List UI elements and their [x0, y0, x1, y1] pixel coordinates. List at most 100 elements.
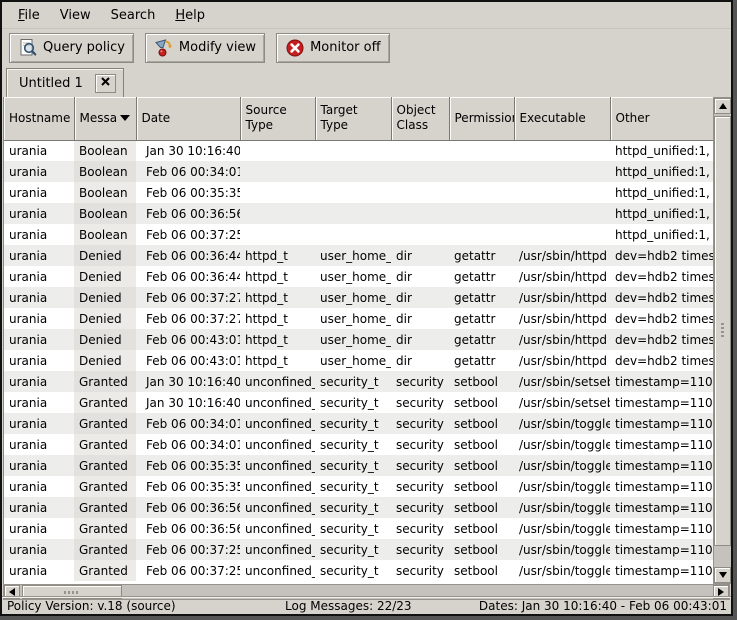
cell-object-class: security [391, 539, 449, 560]
cell-target-type [315, 224, 391, 245]
close-icon [100, 76, 111, 91]
column-header-target-type[interactable]: Target Type [315, 97, 391, 140]
cell-date: Feb 06 00:35:35 [136, 455, 240, 476]
table-row[interactable]: urania Granted Feb 06 00:35:35 unconfine… [4, 476, 713, 497]
cell-source-type: unconfined_ [240, 497, 315, 518]
monitor-off-button[interactable]: Monitor off [276, 33, 389, 63]
thumb-grip [721, 323, 724, 339]
table-row[interactable]: urania Denied Feb 06 00:36:44 httpd_t us… [4, 245, 713, 266]
cell-target-type: security_t [315, 371, 391, 392]
table-row[interactable]: urania Granted Jan 30 10:16:40 unconfine… [4, 371, 713, 392]
cell-hostname: urania [4, 161, 74, 182]
column-header-executable[interactable]: Executable [514, 97, 610, 140]
cell-hostname: urania [4, 308, 74, 329]
vertical-scrollbar-thumb[interactable] [714, 116, 731, 546]
table-row[interactable]: urania Boolean Jan 30 10:16:40 httpd_uni… [4, 140, 713, 161]
table-row[interactable]: urania Granted Feb 06 00:34:01 unconfine… [4, 434, 713, 455]
cell-executable: /usr/sbin/httpd [514, 287, 610, 308]
cell-other: timestamp=11076 [610, 476, 713, 497]
tab-untitled-1[interactable]: Untitled 1 [6, 68, 124, 97]
cell-source-type: httpd_t [240, 350, 315, 371]
cell-message: Denied [74, 245, 136, 266]
cell-executable [514, 161, 610, 182]
tab-close-button[interactable] [95, 74, 116, 93]
log-table-body: urania Boolean Jan 30 10:16:40 httpd_uni… [4, 140, 713, 581]
cell-hostname: urania [4, 329, 74, 350]
monitor-off-label: Monitor off [310, 40, 380, 55]
cell-target-type: security_t [315, 434, 391, 455]
cell-date: Feb 06 00:36:56 [136, 497, 240, 518]
cell-other: timestamp=11071 [610, 371, 713, 392]
cell-message: Granted [74, 518, 136, 539]
cell-permission [449, 224, 514, 245]
cell-object-class: dir [391, 266, 449, 287]
cell-executable: /usr/sbin/setseb [514, 371, 610, 392]
cell-message: Denied [74, 329, 136, 350]
cell-other: timestamp=11076 [610, 539, 713, 560]
column-header-other[interactable]: Other [610, 97, 713, 140]
table-row[interactable]: urania Denied Feb 06 00:43:01 httpd_t us… [4, 350, 713, 371]
table-row[interactable]: urania Granted Feb 06 00:37:25 unconfine… [4, 539, 713, 560]
cell-executable: /usr/sbin/httpd [514, 245, 610, 266]
table-row[interactable]: urania Granted Feb 06 00:34:01 unconfine… [4, 413, 713, 434]
cell-object-class: dir [391, 308, 449, 329]
cell-message: Denied [74, 287, 136, 308]
cell-hostname: urania [4, 266, 74, 287]
query-policy-button[interactable]: Query policy [9, 33, 134, 63]
table-row[interactable]: urania Boolean Feb 06 00:35:35 httpd_uni… [4, 182, 713, 203]
column-header-hostname[interactable]: Hostname [4, 97, 74, 140]
table-row[interactable]: urania Denied Feb 06 00:37:27 httpd_t us… [4, 308, 713, 329]
cell-other: timestamp=11071 [610, 392, 713, 413]
arrow-right-icon [718, 588, 724, 596]
menu-file[interactable]: File [8, 4, 50, 27]
table-row[interactable]: urania Granted Feb 06 00:36:56 unconfine… [4, 497, 713, 518]
menu-help[interactable]: Help [165, 4, 215, 27]
vertical-scrollbar[interactable] [713, 97, 732, 584]
table-row[interactable]: urania Granted Feb 06 00:36:56 unconfine… [4, 518, 713, 539]
log-messages-status: Log Messages: 22/23 [285, 599, 479, 613]
cell-executable: /usr/sbin/toggle [514, 476, 610, 497]
cell-object-class: dir [391, 350, 449, 371]
table-row[interactable]: urania Boolean Feb 06 00:37:25 httpd_uni… [4, 224, 713, 245]
cell-source-type: unconfined_ [240, 392, 315, 413]
table-row[interactable]: urania Denied Feb 06 00:36:44 httpd_t us… [4, 266, 713, 287]
column-header-object-class[interactable]: Object Class [391, 97, 449, 140]
cell-permission: setbool [449, 455, 514, 476]
table-row[interactable]: urania Granted Feb 06 00:35:35 unconfine… [4, 455, 713, 476]
cell-date: Jan 30 10:16:40 [136, 140, 240, 161]
cell-other: dev=hdb2 timesta [610, 245, 713, 266]
cell-executable: /usr/sbin/toggle [514, 434, 610, 455]
table-row[interactable]: urania Granted Jan 30 10:16:40 unconfine… [4, 392, 713, 413]
table-row[interactable]: urania Granted Feb 06 00:37:25 unconfine… [4, 560, 713, 581]
cell-hostname: urania [4, 455, 74, 476]
column-header-source-type[interactable]: Source Type [240, 97, 315, 140]
scroll-up-button[interactable] [714, 98, 731, 114]
arrow-down-icon [719, 572, 727, 578]
cell-other: dev=hdb2 timesta [610, 308, 713, 329]
cell-message: Granted [74, 497, 136, 518]
cell-target-type [315, 203, 391, 224]
cell-executable: /usr/sbin/setseb [514, 392, 610, 413]
cell-source-type: httpd_t [240, 308, 315, 329]
table-row[interactable]: urania Boolean Feb 06 00:34:01 httpd_uni… [4, 161, 713, 182]
cell-target-type: security_t [315, 413, 391, 434]
cell-date: Feb 06 00:34:01 [136, 161, 240, 182]
cell-permission: getattr [449, 266, 514, 287]
modify-view-button[interactable]: Modify view [145, 33, 265, 63]
scroll-down-button[interactable] [714, 567, 731, 583]
column-header-message[interactable]: Messa [74, 97, 136, 140]
table-row[interactable]: urania Denied Feb 06 00:37:27 httpd_t us… [4, 287, 713, 308]
table-row[interactable]: urania Boolean Feb 06 00:36:56 httpd_uni… [4, 203, 713, 224]
cell-hostname: urania [4, 476, 74, 497]
column-header-permission[interactable]: Permission [449, 97, 514, 140]
column-header-date[interactable]: Date [136, 97, 240, 140]
query-policy-icon [18, 38, 38, 58]
cell-permission: setbool [449, 497, 514, 518]
cell-hostname: urania [4, 371, 74, 392]
cell-target-type [315, 140, 391, 161]
cell-target-type: user_home_ [315, 266, 391, 287]
table-row[interactable]: urania Denied Feb 06 00:43:01 httpd_t us… [4, 329, 713, 350]
menu-search[interactable]: Search [101, 4, 166, 27]
cell-message: Granted [74, 455, 136, 476]
menu-view[interactable]: View [50, 4, 101, 27]
